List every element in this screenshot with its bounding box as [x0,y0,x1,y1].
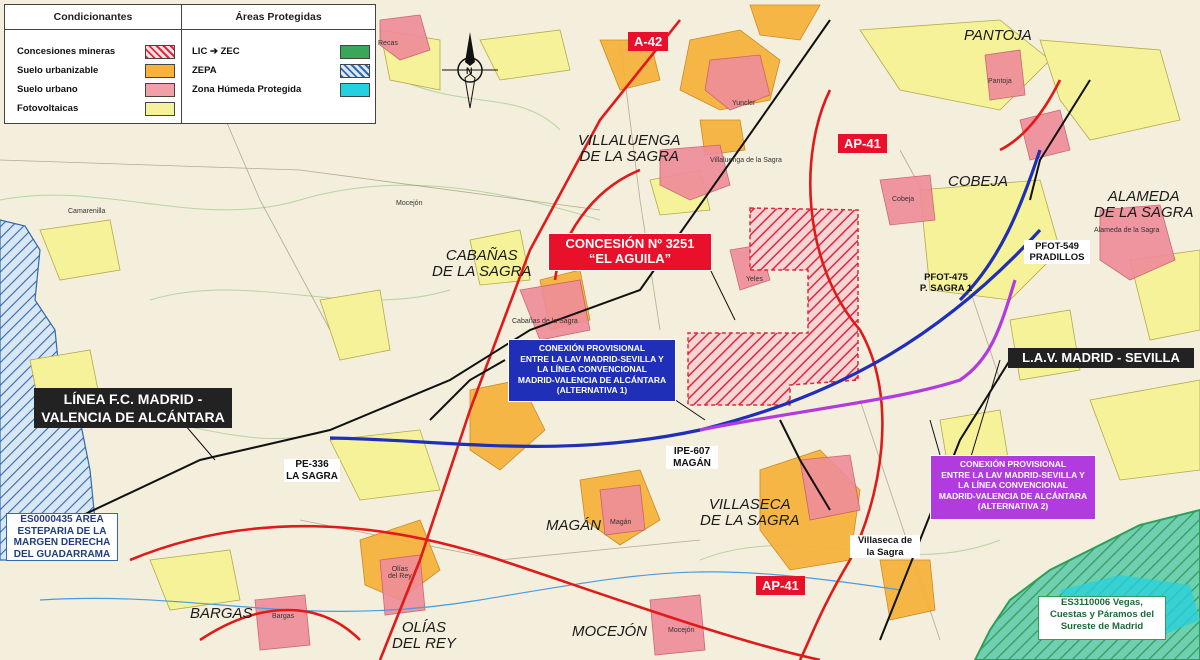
place-cabanas: CABAÑAS DE LA SAGRA [432,247,532,280]
legend-swatch-urbano [145,83,175,97]
label-magan-small: Magán [610,519,632,526]
label-yuncler: Yuncler [732,100,756,107]
arrow-right-icon: ➔ [209,46,218,57]
road-shield-ap41-north: AP-41 [838,134,887,153]
legend-item-urbano: Suelo urbano [17,84,78,95]
plant-ipe607: IPE-607 MAGÁN [666,446,718,469]
legend-swatch-zepa [340,64,370,78]
plant-pe336: PE-336 LA SAGRA [284,459,340,482]
label-yeles: Yeles [746,276,763,283]
zepa-label: ES0000435 ÁREA ESTEPARIA DE LA MARGEN DE… [6,513,118,561]
rail-line-label: LÍNEA F.C. MADRID - VALENCIA DE ALCÁNTAR… [34,388,232,428]
concession-title: CONCESIÓN Nº 3251 [565,236,695,251]
label-mocejon-small: Mocejón [668,627,695,634]
legend-swatch-concesiones [145,45,175,59]
place-alameda: ALAMEDA DE LA SAGRA [1094,188,1194,221]
label-mocejon-2: Mocejón [396,200,423,207]
place-pantoja: PANTOJA [964,27,1032,44]
label-alameda-small: Alameda de la Sagra [1094,227,1160,234]
lav-label: L.A.V. MADRID - SEVILLA [1008,348,1194,368]
place-villaseca: VILLASECA DE LA SAGRA [700,496,800,529]
label-cobeja-small: Cobeja [892,196,915,203]
legend-swatch-zec [340,45,370,59]
road-shield-ap41-south: AP-41 [756,576,805,595]
plant-pfot549: PFOT-549 PRADILLOS [1024,240,1090,264]
legend-protected: Áreas Protegidas LIC ➔ ZEC ZEPA Zona Húm… [182,5,375,123]
place-magan: MAGÁN [546,517,602,534]
legend-left-header: Condicionantes [5,5,181,30]
connection-alt2-box: CONEXIÓN PROVISIONAL ENTRE LA LAV MADRID… [930,455,1096,520]
legend-item-wetland: Zona Húmeda Protegida [192,84,302,95]
plant-pfot475: PFOT-475 P. SAGRA 1 [919,272,973,294]
legend-right-header: Áreas Protegidas [182,5,375,30]
legend-item-lic: LIC ➔ ZEC [192,46,240,57]
legend-item-zepa: ZEPA [192,65,217,76]
label-olias-small: Olías del Rey [388,566,412,580]
place-cobeja: COBEJA [948,173,1009,190]
label-camarenilla: Camarenilla [68,208,106,215]
zec-label: ES3110006 Vegas, Cuestas y Páramos del S… [1038,596,1166,640]
legend-swatch-fotovoltaicas [145,102,175,116]
road-shield-a42: A-42 [628,32,669,51]
place-bargas: BARGAS [190,605,253,622]
label-bargas-small: Bargas [272,613,295,620]
legend-swatch-urbanizable [145,64,175,78]
label-recas: Recas [378,40,398,47]
legend-swatch-wetland [340,83,370,97]
legend-lic-label: LIC [192,46,208,57]
place-olias: OLÍAS DEL REY [392,619,456,652]
map-legend: Condicionantes Concesiones mineras Suelo… [4,4,376,124]
svg-text:N: N [466,66,473,76]
legend-zec-label: ZEC [220,46,240,57]
concession-label: CONCESIÓN Nº 3251 “EL AGUILA” [548,233,712,271]
label-cabanas-small: Cabañas de la Sagra [512,318,578,325]
place-mocejon: MOCEJÓN [572,623,647,640]
place-villaluenga: VILLALUENGA DE LA SAGRA [578,132,681,165]
label-villaluenga-small: Villaluenga de la Sagra [710,157,782,164]
legend-item-concesiones: Concesiones mineras [17,46,116,57]
concession-name: “EL AGUILA” [588,251,672,266]
legend-item-urbanizable: Suelo urbanizable [17,65,99,76]
label-pantoja-small: Pantoja [988,78,1012,85]
legend-item-fotovoltaicas: Fotovoltaicas [17,103,79,114]
legend-conditioners: Condicionantes Concesiones mineras Suelo… [5,5,182,123]
villaseca-box: Villaseca de la Sagra [850,535,920,558]
connection-alt1-box: CONEXIÓN PROVISIONAL ENTRE LA LAV MADRID… [508,339,676,402]
